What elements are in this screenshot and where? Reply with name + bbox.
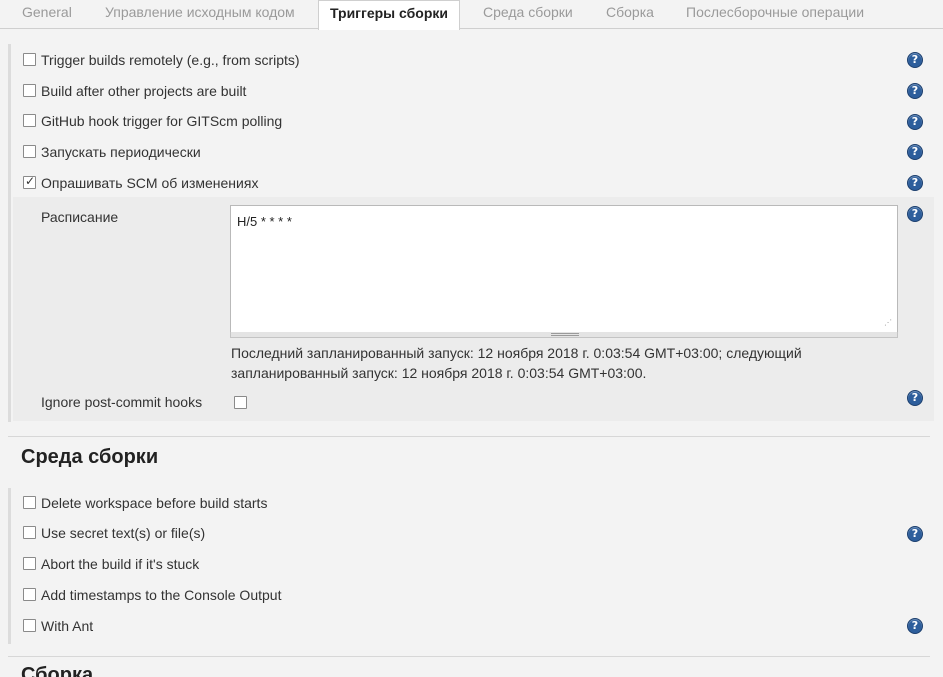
env-abort-stuck-label: Abort the build if it's stuck [41,556,200,572]
env-timestamps-checkbox[interactable] [23,588,36,601]
trigger-remote-label: Trigger builds remotely (e.g., from scri… [41,52,300,68]
help-icon[interactable]: ? [907,390,923,406]
resize-grip-icon: ⋰ [884,318,892,327]
tab-build-environment[interactable]: Среда сборки [473,0,583,29]
trigger-poll-scm-label: Опрашивать SCM об изменениях [41,175,259,191]
trigger-periodic-label: Запускать периодически [41,144,201,160]
trigger-after-other-label: Build after other projects are built [41,83,247,99]
help-icon[interactable]: ? [907,114,923,130]
tab-build-triggers[interactable]: Триггеры сборки [318,0,460,30]
resize-grip-icon [551,333,579,336]
schedule-label: Расписание [41,209,119,225]
env-secret-label: Use secret text(s) or file(s) [41,525,206,541]
textarea-resize-handle[interactable] [230,332,898,338]
schedule-textarea[interactable]: H/5 * * * * [230,205,898,333]
build-title: Сборка [21,664,94,677]
tab-post-build[interactable]: Послесборочные операции [676,0,874,29]
section-divider [8,436,930,437]
env-timestamps-label: Add timestamps to the Console Output [41,587,282,603]
env-with-ant-label: With Ant [41,618,94,634]
trigger-periodic-checkbox[interactable] [23,145,36,158]
help-icon[interactable]: ? [907,83,923,99]
build-env-title: Среда сборки [21,446,159,468]
env-with-ant-checkbox[interactable] [23,619,36,632]
help-icon[interactable]: ? [907,618,923,634]
tab-bar: General Управление исходным кодом Тригге… [0,0,943,30]
help-icon[interactable]: ? [907,52,923,68]
trigger-github-hook-checkbox[interactable] [23,114,36,127]
help-icon[interactable]: ? [907,206,923,222]
help-icon[interactable]: ? [907,144,923,160]
schedule-info-text: Последний запланированный запуск: 12 ноя… [231,345,802,381]
help-icon[interactable]: ? [907,175,923,191]
env-abort-stuck-checkbox[interactable] [23,557,36,570]
tab-source-control[interactable]: Управление исходным кодом [95,0,305,29]
env-secret-checkbox[interactable] [23,526,36,539]
env-delete-workspace-label: Delete workspace before build starts [41,495,268,511]
env-delete-workspace-checkbox[interactable] [23,496,36,509]
trigger-after-other-checkbox[interactable] [23,84,36,97]
trigger-remote-checkbox[interactable] [23,53,36,66]
trigger-github-hook-label: GitHub hook trigger for GITScm polling [41,113,283,129]
ignore-hooks-label: Ignore post-commit hooks [41,394,203,410]
ignore-hooks-checkbox[interactable] [234,396,247,409]
tab-build[interactable]: Сборка [596,0,664,29]
trigger-poll-scm-checkbox[interactable] [23,174,36,189]
tab-general[interactable]: General [12,0,82,29]
section-divider [8,656,930,657]
help-icon[interactable]: ? [907,526,923,542]
